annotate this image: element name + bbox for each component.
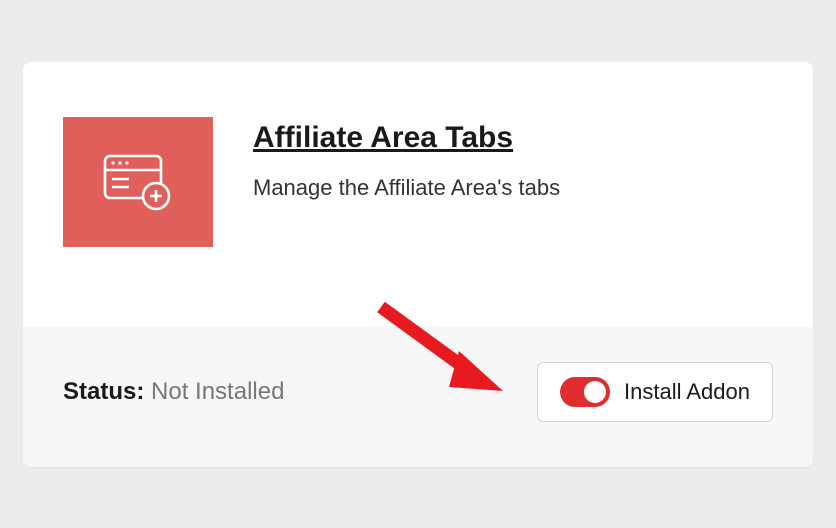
card-footer: Status: Not Installed Install Addon — [23, 327, 813, 467]
status-label: Status: — [63, 378, 151, 405]
card-body: Affiliate Area Tabs Manage the Affiliate… — [23, 62, 813, 327]
toggle-knob — [584, 381, 606, 403]
card-content: Affiliate Area Tabs Manage the Affiliate… — [253, 117, 773, 204]
browser-add-icon — [101, 152, 176, 212]
install-button-label: Install Addon — [624, 379, 750, 405]
addon-icon — [63, 117, 213, 247]
addon-title-link[interactable]: Affiliate Area Tabs — [253, 121, 773, 155]
addon-description: Manage the Affiliate Area's tabs — [253, 173, 773, 204]
addon-card: Affiliate Area Tabs Manage the Affiliate… — [23, 62, 813, 467]
status-value: Not Installed — [151, 378, 284, 405]
toggle-icon — [560, 377, 610, 407]
install-addon-button[interactable]: Install Addon — [537, 362, 773, 422]
status-text: Status: Not Installed — [63, 378, 284, 406]
